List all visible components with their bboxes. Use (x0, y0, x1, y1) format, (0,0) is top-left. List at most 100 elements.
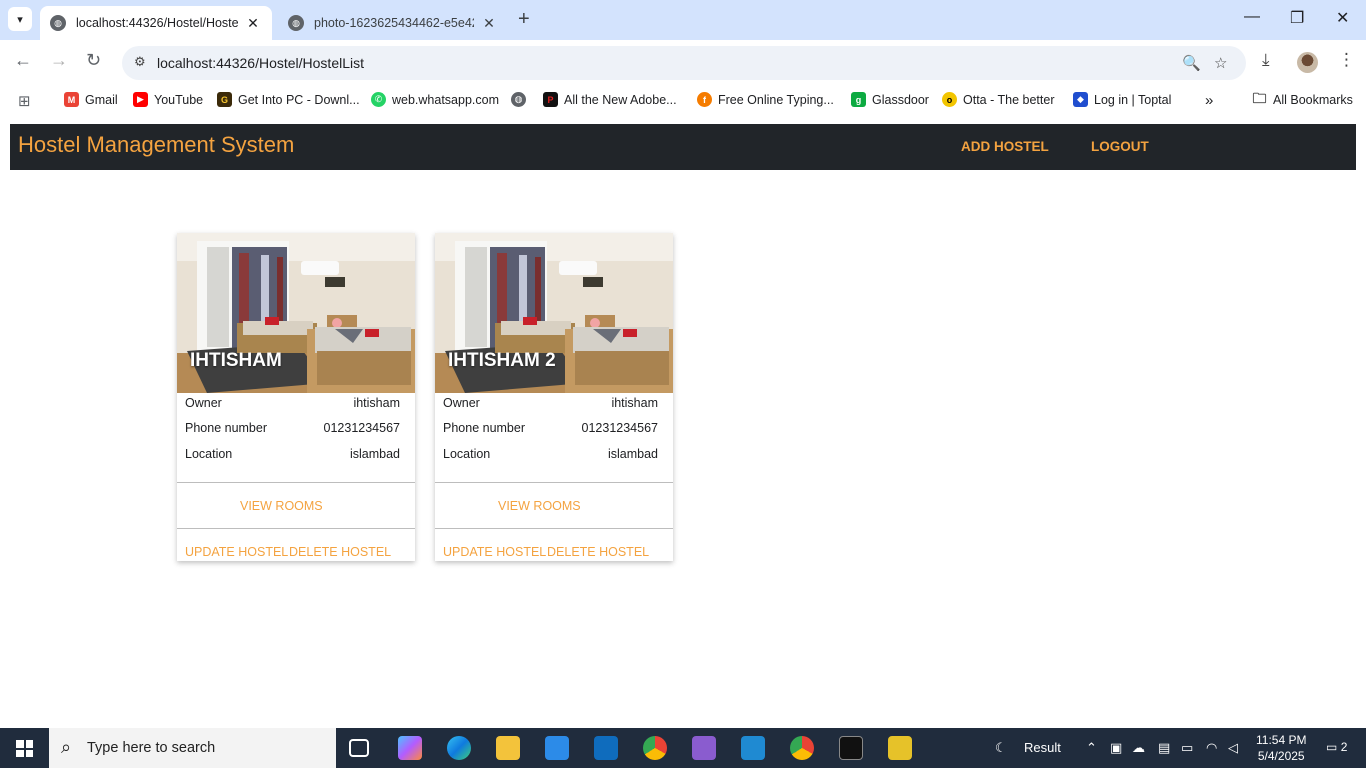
minimize-icon[interactable]: — (1244, 8, 1260, 26)
bookmark-globe[interactable]: ◍ (511, 92, 532, 107)
tab-title: localhost:44326/Hostel/HostelL (76, 16, 238, 30)
bookmark-typing[interactable]: f Free Online Typing... (697, 92, 834, 107)
visual-studio-icon[interactable] (692, 736, 716, 760)
app-navbar: Hostel Management System ADD HOSTEL LOGO… (10, 124, 1356, 170)
address-toolbar: ← → ↻ ⚙ localhost:44326/Hostel/HostelLis… (0, 40, 1366, 85)
url-field[interactable]: ⚙ localhost:44326/Hostel/HostelList 🔍 ☆ (122, 46, 1246, 80)
weather-label[interactable]: Result (1024, 740, 1061, 755)
task-view-icon[interactable] (349, 739, 369, 757)
notification-icon: ▭ (1326, 740, 1338, 754)
globe-icon: ◍ (50, 15, 66, 31)
phone-row: Phone number 01231234567 (443, 421, 658, 435)
glassdoor-icon: g (851, 92, 866, 107)
bookmark-toptal[interactable]: ◆ Log in | Toptal (1073, 92, 1171, 107)
chevron-up-icon[interactable]: ⌃ (1086, 740, 1097, 756)
update-hostel-button[interactable]: UPDATE HOSTEL (185, 545, 288, 559)
tab-photo[interactable]: ◍ photo-1623625434462-e5e423 ✕ (278, 6, 508, 40)
close-window-icon[interactable]: ✕ (1336, 8, 1349, 28)
site-info-icon[interactable]: ⚙ (134, 54, 146, 70)
edge-icon[interactable] (447, 736, 471, 760)
profile-avatar[interactable] (1297, 52, 1318, 73)
hostel-card: IHTISHAM Owner ihtisham Phone number 012… (177, 233, 415, 561)
chrome-profile-icon[interactable] (790, 736, 814, 760)
chrome-icon[interactable] (643, 736, 667, 760)
bookmark-glassdoor[interactable]: g Glassdoor (851, 92, 929, 107)
clock[interactable]: 11:54 PM 5/4/2025 (1256, 732, 1306, 764)
onedrive-icon[interactable]: ☁ (1132, 740, 1145, 756)
taskbar-search-input[interactable]: ⌕ Type here to search (49, 728, 336, 768)
menu-icon[interactable]: ⋮ (1338, 50, 1355, 70)
owner-row: Owner ihtisham (185, 396, 400, 410)
zoom-icon[interactable]: 🔍 (1182, 54, 1201, 72)
close-icon[interactable]: ✕ (244, 15, 262, 32)
tab-hostel-list[interactable]: ◍ localhost:44326/Hostel/HostelL ✕ (40, 6, 272, 40)
typing-icon: f (697, 92, 712, 107)
divider (435, 528, 673, 529)
file-explorer-icon[interactable] (496, 736, 520, 760)
youtube-icon: ▶ (133, 92, 148, 107)
divider (177, 528, 415, 529)
windows-start-icon[interactable] (16, 740, 33, 757)
hostel-image: IHTISHAM 2 (435, 233, 673, 393)
url-text: localhost:44326/Hostel/HostelList (157, 55, 365, 71)
all-bookmarks[interactable]: 🗀 All Bookmarks (1252, 89, 1353, 107)
folder-icon: 🗀 (1252, 89, 1267, 106)
battery-icon[interactable]: ▭ (1181, 740, 1193, 756)
getintopc-icon: G (217, 92, 232, 107)
hostel-card: IHTISHAM 2 Owner ihtisham Phone number 0… (435, 233, 673, 561)
tab-title: photo-1623625434462-e5e423 (314, 16, 474, 30)
bookmark-whatsapp[interactable]: ✆ web.whatsapp.com (371, 92, 499, 107)
download-icon[interactable]: ⤓ (1262, 50, 1270, 70)
volume-icon[interactable]: ◁ (1228, 740, 1238, 756)
reload-icon[interactable]: ↻ (86, 50, 101, 71)
brand-title[interactable]: Hostel Management System (18, 132, 294, 158)
bookmark-getintopc[interactable]: G Get Into PC - Downl... (217, 92, 360, 107)
globe-icon: ◍ (511, 92, 526, 107)
page-content: Hostel Management System ADD HOSTEL LOGO… (0, 115, 1366, 728)
app-icon[interactable] (888, 736, 912, 760)
hostel-name: IHTISHAM (190, 350, 282, 371)
meet-icon[interactable]: ▣ (1110, 740, 1122, 756)
delete-hostel-button[interactable]: DELETE HOSTEL (289, 545, 391, 559)
otta-icon: o (942, 92, 957, 107)
view-rooms-button[interactable]: VIEW ROOMS (240, 499, 323, 513)
logout-link[interactable]: LOGOUT (1091, 139, 1149, 154)
forward-icon[interactable]: → (50, 50, 68, 71)
gmail-icon: M (64, 92, 79, 107)
view-rooms-button[interactable]: VIEW ROOMS (498, 499, 581, 513)
browser-tab-strip: ▾ ◍ localhost:44326/Hostel/HostelL ✕ ◍ p… (0, 0, 1366, 40)
back-icon[interactable]: ← (14, 50, 32, 71)
tab-search-button[interactable]: ▾ (8, 7, 32, 31)
apps-icon[interactable]: ⊞ (18, 92, 31, 110)
windows-taskbar: ⌕ Type here to search ☾ Result ⌃ ▣ ☁ ▤ ▭… (0, 728, 1366, 768)
add-hostel-link[interactable]: ADD HOSTEL (961, 139, 1049, 154)
location-row: Location islambad (185, 447, 400, 461)
new-tab-button[interactable]: + (518, 8, 530, 31)
bookmarks-bar: ⊞ M Gmail ▶ YouTube G Get Into PC - Down… (0, 85, 1366, 115)
store-icon[interactable] (545, 736, 569, 760)
phone-row: Phone number 01231234567 (185, 421, 400, 435)
close-icon[interactable]: ✕ (480, 15, 498, 32)
weather-icon[interactable]: ☾ (995, 740, 1007, 756)
bookmark-otta[interactable]: o Otta - The better (942, 92, 1054, 107)
copilot-icon[interactable] (398, 736, 422, 760)
bookmark-gmail[interactable]: M Gmail (64, 92, 118, 107)
vscode-icon[interactable] (741, 736, 765, 760)
hostel-name: IHTISHAM 2 (448, 350, 556, 371)
display-icon[interactable]: ▤ (1158, 740, 1170, 756)
divider (435, 482, 673, 483)
delete-hostel-button[interactable]: DELETE HOSTEL (547, 545, 649, 559)
bookmark-youtube[interactable]: ▶ YouTube (133, 92, 203, 107)
owner-row: Owner ihtisham (443, 396, 658, 410)
outlook-icon[interactable] (594, 736, 618, 760)
update-hostel-button[interactable]: UPDATE HOSTEL (443, 545, 546, 559)
terminal-icon[interactable] (839, 736, 863, 760)
more-bookmarks-icon[interactable]: » (1205, 92, 1213, 109)
restore-icon[interactable]: ❐ (1290, 8, 1304, 28)
search-placeholder: Type here to search (87, 740, 216, 756)
bookmark-adobe[interactable]: P All the New Adobe... (543, 92, 677, 107)
star-icon[interactable]: ☆ (1214, 54, 1227, 72)
location-row: Location islambad (443, 447, 658, 461)
wifi-icon[interactable]: ◠ (1206, 740, 1217, 756)
notification-badge[interactable]: ▭ 2 (1326, 740, 1347, 754)
